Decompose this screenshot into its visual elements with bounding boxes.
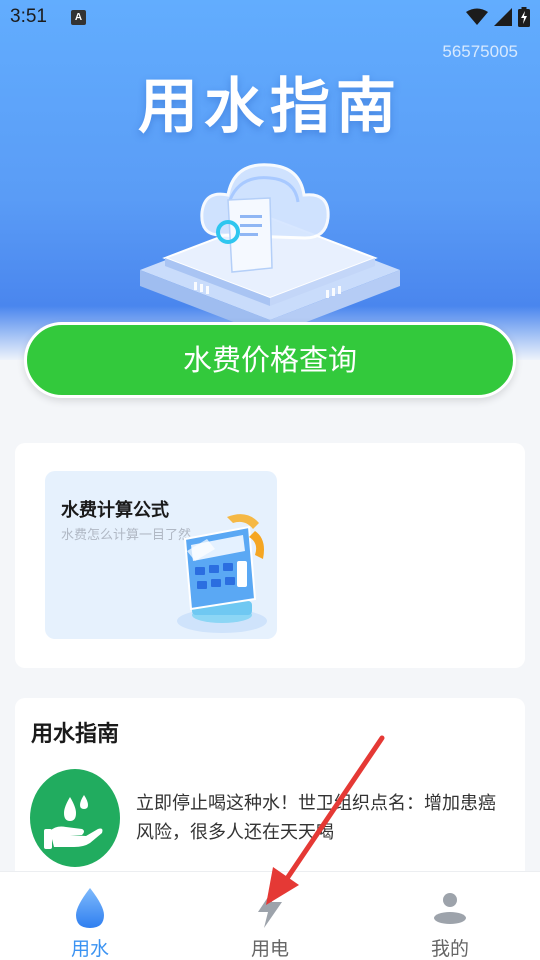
- water-price-query-button[interactable]: 水费价格查询: [24, 322, 516, 398]
- nav-label-mine: 我的: [430, 938, 469, 960]
- bottom-navigation: 用水 用电 我的: [0, 871, 540, 960]
- feature-card: 水费计算公式 水费怎么计算一目了然: [15, 443, 525, 668]
- status-bar: 3:51 A: [0, 0, 540, 36]
- water-hand-glyph: [44, 795, 103, 849]
- nav-item-mine[interactable]: 我的: [390, 872, 510, 960]
- guide-section: 用水指南 立即停止喝这种水！世卫组织点名：增加患癌风险，很多人还在天天喝: [15, 698, 525, 898]
- status-icons: [466, 7, 530, 27]
- water-fee-formula-tile[interactable]: 水费计算公式 水费怎么计算一目了然: [45, 471, 277, 639]
- nav-label-electricity: 用电: [250, 938, 289, 960]
- calculator-illustration: [177, 514, 267, 633]
- battery-icon: [518, 7, 530, 27]
- status-time: 3:51: [10, 6, 47, 27]
- guide-article-text[interactable]: 立即停止喝这种水！世卫组织点名：增加患癌风险，很多人还在天天喝: [136, 789, 508, 847]
- a-icon: A: [71, 10, 86, 25]
- hero-banner: 3:51 A 56575005 用水指南: [0, 0, 540, 360]
- nav-item-electricity[interactable]: 用电: [210, 872, 330, 960]
- water-drop-icon: [76, 888, 104, 928]
- person-icon: [434, 893, 466, 924]
- signal-icon: [494, 8, 512, 26]
- cloud-server-illustration: [140, 163, 400, 336]
- wifi-icon: [466, 8, 488, 25]
- nav-item-water[interactable]: 用水: [30, 872, 150, 960]
- formula-title: 水费计算公式: [61, 500, 169, 521]
- nav-label-water: 用水: [70, 938, 109, 960]
- page-title: 用水指南: [138, 72, 402, 142]
- water-hand-icon[interactable]: [30, 769, 120, 867]
- lightning-icon: [258, 888, 282, 928]
- guide-section-title: 用水指南: [31, 722, 120, 747]
